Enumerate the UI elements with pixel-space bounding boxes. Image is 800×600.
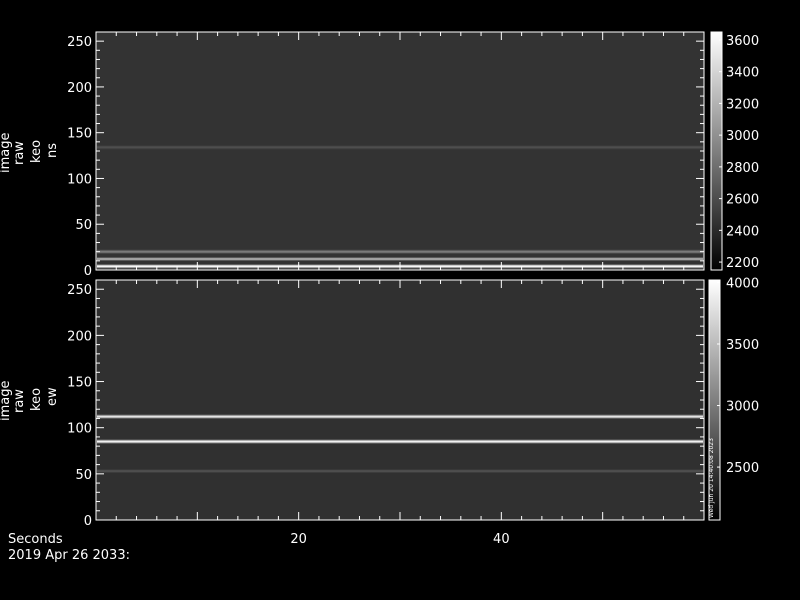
panel-ew-image — [96, 280, 704, 520]
bright-band — [97, 470, 703, 473]
x-axis-tick-labels: 20 40 — [290, 532, 509, 547]
colorbar-tick-label: 3200 — [726, 97, 759, 112]
panel-ns-colorbar-axis: 2200 2400 2600 2800 3000 3200 3400 3600 — [719, 34, 759, 271]
y-tick-label: 50 — [75, 468, 92, 483]
panel-ns-image — [96, 32, 704, 270]
panel-ew-ylabel-line: keo — [29, 388, 44, 411]
colorbar-tick-label: 2400 — [726, 224, 759, 239]
colorbar-tick-label: 2500 — [726, 461, 759, 476]
colorbar-side-timestamp: Wed Jun 20 14:40:08 2023 — [708, 438, 715, 518]
y-tick-label: 200 — [67, 329, 92, 344]
panel-ns: 0 50 100 150 200 250 image raw keo ns 2200 240… — [0, 31, 759, 279]
colorbar-tick-label: 3000 — [726, 400, 759, 415]
panel-ew: 0 50 100 150 200 250 image raw keo ew 2500 300… — [0, 276, 759, 529]
y-tick-label: 250 — [67, 283, 92, 298]
panel-ns-ylabel: image raw keo ns — [0, 133, 60, 174]
x-axis-label: Seconds — [8, 532, 63, 547]
bright-band — [97, 146, 703, 149]
bright-band — [97, 440, 703, 443]
y-tick-label: 0 — [84, 514, 92, 529]
bright-band — [97, 250, 703, 253]
colorbar-tick-label: 2200 — [726, 256, 759, 271]
panel-ns-colorbar — [711, 32, 722, 270]
y-tick-label: 0 — [84, 264, 92, 279]
colorbar-tick-label: 3000 — [726, 129, 759, 144]
y-tick-label: 100 — [67, 172, 92, 187]
colorbar-tick-label: 3500 — [726, 338, 759, 353]
y-tick-label: 150 — [67, 376, 92, 391]
y-tick-label: 200 — [67, 81, 92, 96]
y-tick-label: 250 — [67, 35, 92, 50]
bright-band — [97, 258, 703, 261]
keogram-figure: 050100150200250 image raw keo ns 2200240… — [0, 31, 759, 563]
colorbar-tick-label: 4000 — [726, 276, 759, 291]
panel-ew-ylabel: image raw keo ew — [0, 381, 60, 422]
colorbar-tick-label: 2600 — [726, 193, 759, 208]
panel-ew-ylabel-line: raw — [12, 389, 27, 413]
y-tick-label: 150 — [67, 127, 92, 142]
panel-ns-ylabel-line: keo — [29, 140, 44, 163]
colorbar-tick-label: 3600 — [726, 34, 759, 49]
x-tick-label: 20 — [290, 532, 307, 547]
panel-ns-ylabel-line: ns — [45, 143, 60, 158]
y-tick-label: 100 — [67, 422, 92, 437]
y-tick-label: 50 — [75, 218, 92, 233]
panel-ns-ylabel-line: raw — [12, 141, 27, 165]
colorbar-tick-label: 2800 — [726, 161, 759, 176]
panel-ew-ylabel-line: ew — [45, 387, 60, 406]
bright-band — [97, 415, 703, 418]
date-label: 2019 Apr 26 2033: — [8, 548, 130, 563]
x-tick-label: 40 — [493, 532, 510, 547]
colorbar-tick-label: 3400 — [726, 66, 759, 81]
panel-ew-colorbar-axis: 2500 3000 3500 4000 — [717, 276, 759, 476]
